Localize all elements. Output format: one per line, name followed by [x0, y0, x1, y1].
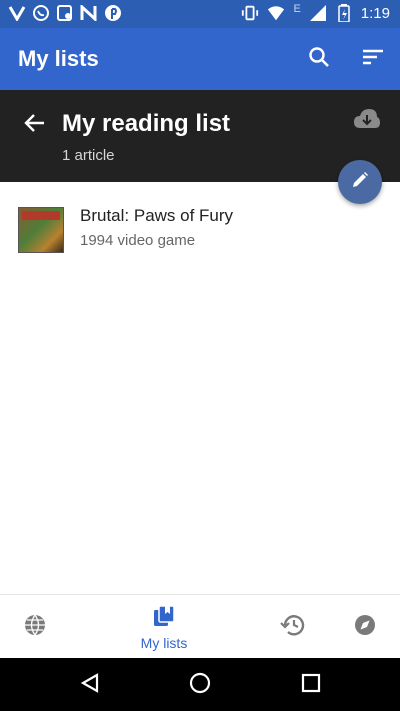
pinterest-icon — [104, 4, 122, 22]
search-icon — [308, 46, 330, 73]
article-count: 1 article — [62, 147, 115, 164]
reading-lists-icon — [152, 604, 176, 633]
cloud-download-icon — [353, 108, 381, 135]
wifi-icon — [267, 4, 285, 22]
sort-icon — [362, 47, 384, 72]
history-icon — [280, 613, 306, 642]
circle-home-icon — [188, 671, 212, 700]
vibrate-icon — [241, 4, 259, 22]
whatsapp-icon — [32, 4, 50, 22]
nav-my-lists-label: My lists — [140, 634, 188, 651]
list-header: My reading list 1 article — [0, 90, 400, 182]
app-bar: My lists — [0, 28, 400, 90]
system-back-button[interactable] — [75, 670, 105, 700]
triangle-back-icon — [79, 672, 101, 699]
news-icon — [80, 4, 98, 22]
compass-icon — [353, 613, 377, 642]
system-status-icons: E 1:19 — [241, 3, 390, 22]
search-button[interactable] — [306, 46, 332, 72]
app-bar-title: My lists — [18, 46, 99, 71]
sort-button[interactable] — [360, 46, 386, 72]
list-item[interactable]: Brutal: Paws of Fury 1994 video game — [0, 190, 400, 264]
status-time: 1:19 — [360, 4, 390, 22]
system-home-button[interactable] — [185, 670, 215, 700]
download-button[interactable] — [352, 108, 382, 134]
arrow-back-icon — [24, 113, 46, 138]
square-recents-icon — [301, 673, 321, 698]
battery-icon — [335, 4, 353, 22]
article-title: Brutal: Paws of Fury — [80, 206, 234, 225]
system-navigation-bar — [0, 658, 400, 711]
nav-history[interactable] — [270, 595, 316, 659]
system-recents-button[interactable] — [296, 670, 326, 700]
nav-explore[interactable] — [12, 595, 58, 659]
article-thumbnail — [18, 207, 64, 253]
globe-icon — [23, 613, 47, 642]
bottom-navigation: My lists — [0, 594, 400, 659]
network-type-label: E — [293, 3, 301, 15]
signal-icon — [309, 4, 327, 22]
vpn-v-icon — [8, 4, 26, 22]
article-description: 1994 video game — [80, 232, 196, 249]
status-bar: E 1:19 — [0, 0, 400, 28]
back-button[interactable] — [22, 112, 48, 138]
nav-nearby[interactable] — [342, 595, 388, 659]
notification-icons — [8, 4, 122, 22]
nav-my-lists[interactable]: My lists — [124, 595, 204, 659]
message-icon — [56, 4, 74, 22]
list-title: My reading list — [62, 110, 231, 137]
